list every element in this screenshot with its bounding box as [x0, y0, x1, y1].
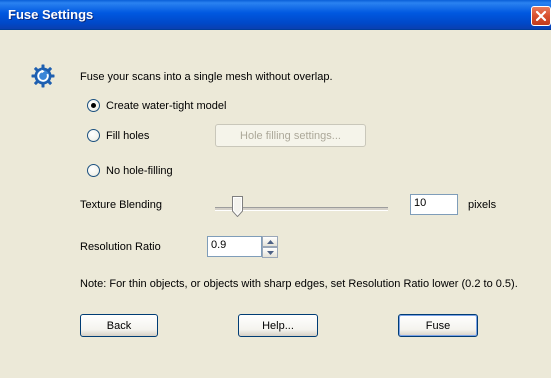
hole-filling-settings-button[interactable]: Hole filling settings...: [215, 124, 366, 147]
texture-blending-input[interactable]: 10: [410, 194, 458, 215]
radio-button[interactable]: [87, 164, 100, 177]
close-icon: [535, 10, 547, 22]
title-bar[interactable]: Fuse Settings: [0, 0, 551, 30]
resolution-ratio-spinner[interactable]: [262, 236, 278, 258]
back-button[interactable]: Back: [80, 314, 158, 337]
texture-blending-slider-thumb[interactable]: [232, 196, 243, 217]
note-text: Note: For thin objects, or objects with …: [80, 278, 518, 290]
radio-label: Create water-tight model: [106, 99, 227, 112]
fuse-button[interactable]: Fuse: [398, 314, 478, 337]
caret-down-icon: [266, 250, 274, 255]
help-button[interactable]: Help...: [238, 314, 318, 337]
resolution-ratio-input[interactable]: 0.9: [207, 236, 262, 257]
spin-down-button[interactable]: [262, 247, 278, 258]
radio-label: No hole-filling: [106, 164, 173, 177]
gear-refresh-icon: [31, 64, 55, 88]
spin-up-button[interactable]: [262, 236, 278, 247]
texture-blending-unit: pixels: [468, 199, 497, 211]
dialog-body: Fuse your scans into a single mesh witho…: [0, 31, 551, 378]
radio-button[interactable]: [87, 129, 100, 142]
texture-blending-label: Texture Blending: [80, 199, 162, 211]
radio-water-tight[interactable]: Create water-tight model: [87, 99, 226, 112]
radio-fill-holes[interactable]: Fill holes: [87, 129, 149, 142]
window-title: Fuse Settings: [8, 7, 94, 22]
resolution-ratio-label: Resolution Ratio: [80, 241, 161, 253]
radio-label: Fill holes: [106, 129, 150, 142]
radio-button[interactable]: [87, 99, 100, 112]
intro-text: Fuse your scans into a single mesh witho…: [80, 71, 333, 83]
close-button[interactable]: [531, 6, 551, 26]
caret-up-icon: [266, 239, 274, 244]
radio-no-hole-filling[interactable]: No hole-filling: [87, 164, 173, 177]
